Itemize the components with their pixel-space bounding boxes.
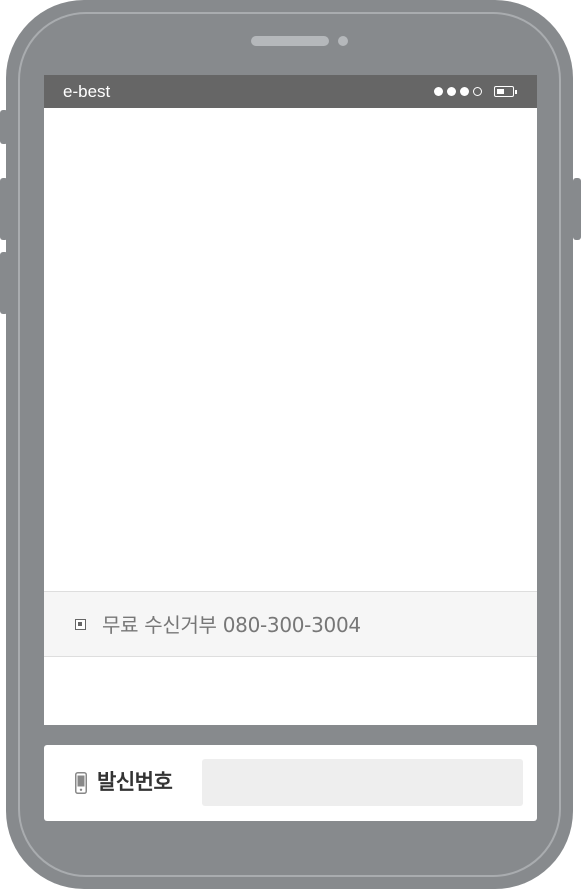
sender-number-label: 발신번호	[97, 770, 173, 794]
phone-preview: e-best 무료 수신거부 080-300-3004 발신번호	[0, 0, 581, 891]
opt-out-bar: 무료 수신거부 080-300-3004	[44, 591, 537, 657]
phone-screen: e-best 무료 수신거부 080-300-3004	[44, 75, 537, 725]
signal-dot	[434, 87, 443, 96]
phone-power-button	[573, 178, 581, 240]
phone-camera	[338, 36, 348, 46]
phone-speaker	[251, 36, 329, 46]
mobile-phone-icon	[75, 772, 87, 794]
signal-dot	[473, 87, 482, 96]
message-content-area[interactable]	[44, 108, 537, 592]
signal-strength-icon	[434, 87, 482, 96]
signal-dot	[447, 87, 456, 96]
battery-tip	[515, 89, 517, 94]
square-bullet-icon	[75, 619, 86, 630]
sender-number-input[interactable]	[202, 759, 523, 806]
battery-level	[496, 88, 504, 94]
battery-icon	[494, 86, 514, 97]
status-bar: e-best	[44, 75, 537, 108]
carrier-name: e-best	[63, 82, 111, 101]
sender-panel: 발신번호	[44, 745, 537, 821]
signal-dot	[460, 87, 469, 96]
opt-out-text: 무료 수신거부 080-300-3004	[102, 613, 361, 637]
